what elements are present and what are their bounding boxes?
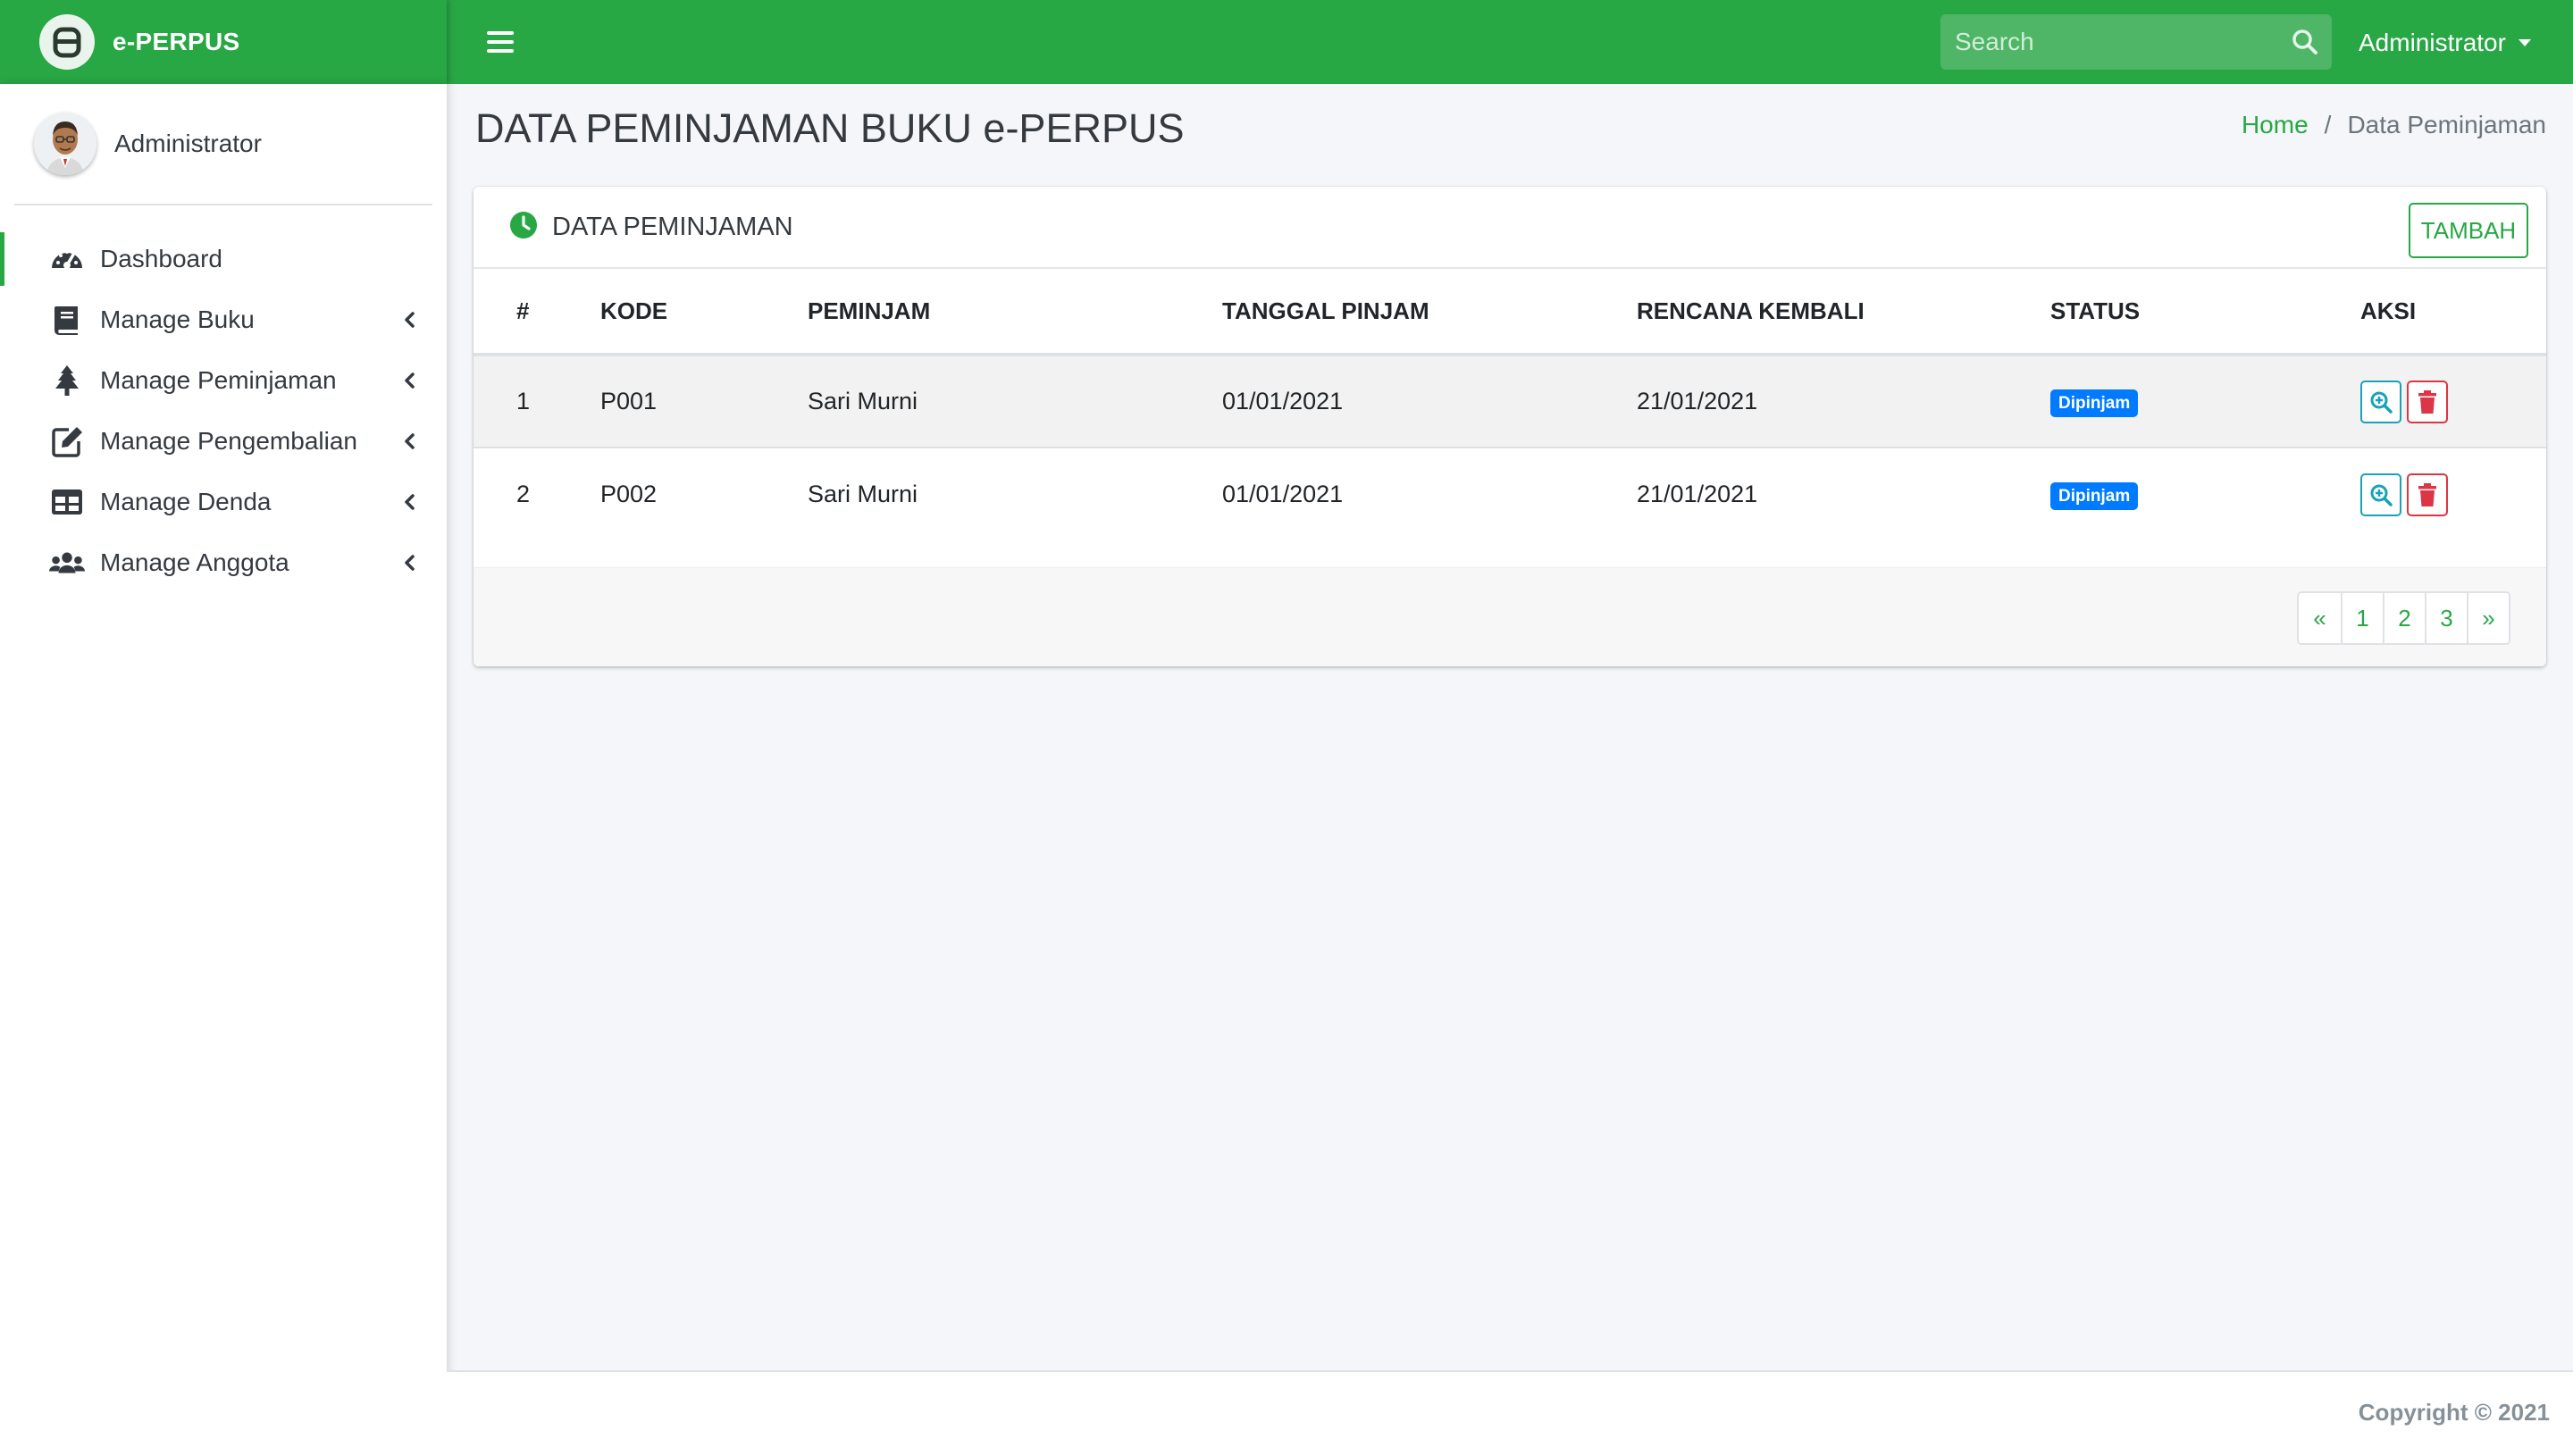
row-rencana-kembali: 21/01/2021 bbox=[1637, 355, 2050, 448]
breadcrumb-home-link[interactable]: Home bbox=[2242, 111, 2309, 139]
chevron-left-icon bbox=[398, 491, 420, 513]
users-icon bbox=[48, 544, 86, 582]
page-title: DATA PEMINJAMAN BUKU e-PERPUS bbox=[475, 105, 1185, 151]
brand-logo-icon bbox=[39, 14, 95, 70]
tachometer-icon bbox=[48, 240, 86, 278]
row-tanggal-pinjam: 01/01/2021 bbox=[1222, 355, 1637, 448]
row-rencana-kembali: 21/01/2021 bbox=[1637, 448, 2050, 540]
sidebar-user-name[interactable]: Administrator bbox=[114, 130, 262, 158]
search-input[interactable] bbox=[1940, 14, 2277, 70]
table-row: 2 P002 Sari Murni 01/01/2021 21/01/2021 … bbox=[474, 448, 2546, 540]
trash-icon bbox=[2418, 482, 2436, 506]
breadcrumb: Home / Data Peminjaman bbox=[2242, 111, 2546, 139]
sidebar-item-dashboard[interactable]: Dashboard bbox=[0, 229, 447, 289]
chevron-left-icon bbox=[398, 309, 420, 331]
column-header: TANGGAL PINJAM bbox=[1222, 269, 1637, 356]
add-button[interactable]: TAMBAH bbox=[2409, 203, 2528, 258]
pagination-page-2[interactable]: 2 bbox=[2383, 593, 2425, 643]
user-dropdown-label: Administrator bbox=[2359, 29, 2506, 56]
tree-icon bbox=[48, 362, 86, 399]
book-icon bbox=[48, 301, 86, 339]
search-icon[interactable] bbox=[2277, 14, 2332, 70]
sidebar-item-manage-anggota[interactable]: Manage Anggota bbox=[0, 532, 447, 593]
search-box bbox=[1940, 14, 2332, 70]
brand-link[interactable]: e-PERPUS bbox=[0, 0, 447, 84]
brand-name: e-PERPUS bbox=[113, 28, 240, 55]
edit-icon bbox=[48, 423, 86, 460]
trash-icon bbox=[2418, 389, 2436, 414]
clock-icon bbox=[509, 211, 538, 244]
row-peminjam: Sari Murni bbox=[808, 448, 1222, 540]
column-header: RENCANA KEMBALI bbox=[1637, 269, 2050, 356]
user-dropdown[interactable]: Administrator bbox=[2359, 25, 2531, 61]
column-header: AKSI bbox=[2360, 269, 2546, 356]
row-number: 2 bbox=[474, 448, 600, 540]
pagination-prev[interactable]: « bbox=[2299, 593, 2341, 643]
row-peminjam: Sari Murni bbox=[808, 355, 1222, 448]
row-tanggal-pinjam: 01/01/2021 bbox=[1222, 448, 1637, 540]
row-kode: P002 bbox=[600, 448, 808, 540]
chevron-left-icon bbox=[398, 370, 420, 391]
sidebar-nav: Dashboard Manage Buku Manage Peminjaman … bbox=[0, 229, 447, 593]
pagination: « 1 2 3 » bbox=[2297, 591, 2510, 645]
delete-button[interactable] bbox=[2407, 473, 2448, 516]
chevron-left-icon bbox=[398, 431, 420, 452]
sidebar-item-label: Manage Pengembalian bbox=[100, 427, 357, 455]
sidebar-item-label: Manage Buku bbox=[100, 305, 255, 333]
chevron-left-icon bbox=[398, 552, 420, 573]
card-title: DATA PEMINJAMAN bbox=[552, 212, 793, 241]
search-plus-icon bbox=[2370, 484, 2393, 506]
peminjaman-card: DATA PEMINJAMAN TAMBAH # KODE PEMINJAM T… bbox=[474, 187, 2546, 666]
card-header: DATA PEMINJAMAN TAMBAH bbox=[474, 187, 2546, 269]
table-header-row: # KODE PEMINJAM TANGGAL PINJAM RENCANA K… bbox=[474, 269, 2546, 356]
row-actions-cell bbox=[2360, 448, 2546, 540]
table-icon bbox=[48, 483, 86, 521]
view-button[interactable] bbox=[2360, 473, 2401, 516]
row-number: 1 bbox=[474, 355, 600, 448]
view-button[interactable] bbox=[2360, 380, 2401, 423]
top-navbar: e-PERPUS Administrator bbox=[0, 0, 2573, 84]
column-header: # bbox=[474, 269, 600, 356]
page-footer: Copyright © 2021 bbox=[447, 1370, 2573, 1456]
sidebar-item-manage-pengembalian[interactable]: Manage Pengembalian bbox=[0, 411, 447, 472]
user-panel: Administrator bbox=[14, 84, 432, 205]
avatar[interactable] bbox=[34, 113, 96, 175]
breadcrumb-current: Data Peminjaman bbox=[2347, 111, 2546, 138]
pagination-next[interactable]: » bbox=[2467, 593, 2509, 643]
card-footer: « 1 2 3 » bbox=[474, 567, 2546, 666]
peminjaman-table: # KODE PEMINJAM TANGGAL PINJAM RENCANA K… bbox=[474, 269, 2546, 540]
breadcrumb-separator: / bbox=[2324, 111, 2332, 138]
row-actions-cell bbox=[2360, 355, 2546, 448]
copyright-text: Copyright © 2021 bbox=[2358, 1399, 2550, 1426]
column-header: PEMINJAM bbox=[808, 269, 1222, 356]
sidebar: Administrator Dashboard Manage Buku Mana… bbox=[0, 84, 447, 1456]
table-row: 1 P001 Sari Murni 01/01/2021 21/01/2021 … bbox=[474, 355, 2546, 448]
sidebar-item-manage-peminjaman[interactable]: Manage Peminjaman bbox=[0, 350, 447, 411]
sidebar-item-label: Dashboard bbox=[100, 245, 222, 272]
delete-button[interactable] bbox=[2407, 380, 2448, 423]
row-status-cell: Dipinjam bbox=[2050, 355, 2360, 448]
sidebar-item-label: Manage Anggota bbox=[100, 548, 289, 576]
sidebar-item-label: Manage Peminjaman bbox=[100, 366, 337, 394]
status-badge: Dipinjam bbox=[2050, 481, 2139, 510]
search-plus-icon bbox=[2370, 391, 2393, 414]
status-badge: Dipinjam bbox=[2050, 389, 2139, 417]
row-status-cell: Dipinjam bbox=[2050, 448, 2360, 540]
menu-toggle-icon[interactable] bbox=[487, 27, 514, 57]
column-header: KODE bbox=[600, 269, 808, 356]
pagination-page-3[interactable]: 3 bbox=[2425, 593, 2467, 643]
sidebar-item-manage-denda[interactable]: Manage Denda bbox=[0, 472, 447, 532]
pagination-page-1[interactable]: 1 bbox=[2341, 593, 2383, 643]
row-kode: P001 bbox=[600, 355, 808, 448]
sidebar-item-manage-buku[interactable]: Manage Buku bbox=[0, 289, 447, 350]
caret-down-icon bbox=[2518, 39, 2531, 46]
sidebar-item-label: Manage Denda bbox=[100, 488, 272, 515]
column-header: STATUS bbox=[2050, 269, 2360, 356]
